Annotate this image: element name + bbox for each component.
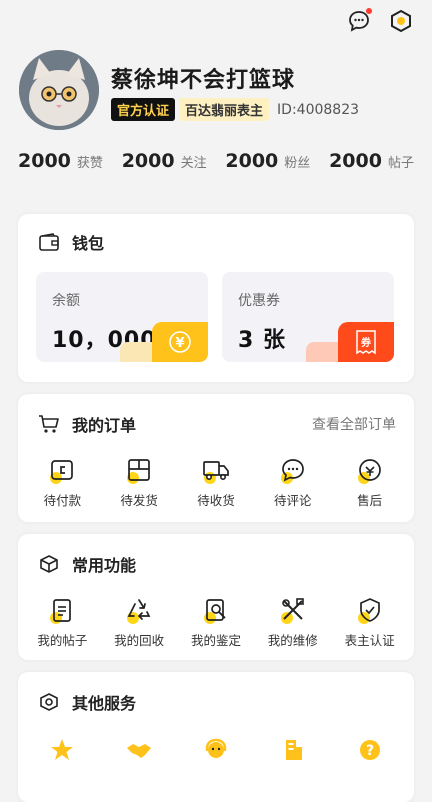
username: 蔡徐坤不会打篮球 (111, 68, 296, 93)
balance-box[interactable]: 余额 10，000 ¥ (36, 272, 208, 362)
customer-service-icon (202, 736, 230, 764)
top-actions (346, 8, 414, 34)
stat-value: 2000 (225, 150, 279, 172)
order-pending-review[interactable]: 待评论 (257, 456, 329, 509)
cube-icon (38, 553, 60, 575)
func-my-posts[interactable]: 我的帖子 (26, 596, 98, 649)
badge-row: 官方认证 百达翡丽表主 ID:4008823 (111, 98, 359, 121)
repair-icon (279, 596, 307, 624)
wallet-icon (38, 231, 60, 253)
stat-label: 帖子 (387, 156, 414, 171)
order-label: 售后 (357, 493, 383, 508)
building-icon (279, 736, 307, 764)
avatar[interactable] (19, 50, 99, 130)
coupon-glyph: 券 (360, 336, 372, 349)
order-pending-shipment[interactable]: 待发货 (103, 456, 175, 509)
services-grid: ? (18, 736, 414, 770)
service-item[interactable]: ? (334, 736, 406, 770)
order-label: 待付款 (43, 493, 82, 508)
functions-grid: 我的帖子 我的回收 我的鉴定 我的维修 表主认证 (18, 596, 414, 649)
notification-dot (366, 8, 372, 14)
stat-likes[interactable]: 2000 获赞 (18, 150, 103, 172)
star-icon (48, 736, 76, 764)
handshake-icon (125, 736, 153, 764)
post-icon (48, 596, 76, 624)
view-all-orders-link[interactable]: 查看全部订单 (312, 414, 396, 434)
services-title: 其他服务 (38, 690, 136, 714)
stat-followers[interactable]: 2000 粉丝 (225, 150, 310, 172)
message-icon[interactable] (346, 8, 372, 34)
coupon-label: 优惠券 (238, 293, 280, 309)
stat-label: 获赞 (76, 156, 103, 171)
wallet-card: 钱包 余额 10，000 ¥ 优惠券 3 张 券 (18, 214, 414, 382)
services-card: 其他服务 ? (18, 672, 414, 802)
functions-title: 常用功能 (38, 552, 136, 576)
wallet-icon (48, 456, 76, 484)
stat-value: 2000 (121, 150, 175, 172)
func-my-repair[interactable]: 我的维修 (257, 596, 329, 649)
orders-card: 我的订单 查看全部订单 待付款 待发货 待收货 待评论 售后 (18, 394, 414, 522)
func-my-appraisal[interactable]: 我的鉴定 (180, 596, 252, 649)
certification-icon (356, 596, 384, 624)
func-my-recycle[interactable]: 我的回收 (103, 596, 175, 649)
function-label: 我的回收 (114, 633, 165, 648)
after-sale-icon (356, 456, 384, 484)
coupon-box[interactable]: 优惠券 3 张 券 (222, 272, 394, 362)
content-sheet: 钱包 余额 10，000 ¥ 优惠券 3 张 券 我的订单 查看全部订单 待付款… (0, 190, 432, 802)
help-icon: ? (356, 736, 384, 764)
settings-hex-icon[interactable] (388, 8, 414, 34)
coupon-icon: 券 (338, 322, 394, 362)
user-id: ID:4008823 (277, 101, 360, 118)
wallet-title: 钱包 (38, 230, 104, 254)
service-item[interactable] (103, 736, 175, 770)
order-pending-receipt[interactable]: 待收货 (180, 456, 252, 509)
stat-value: 2000 (18, 150, 71, 172)
orders-title: 我的订单 (38, 412, 136, 436)
comment-icon (279, 456, 307, 484)
truck-icon (202, 456, 230, 484)
official-badge: 官方认证 (111, 98, 176, 121)
stat-following[interactable]: 2000 关注 (122, 150, 207, 172)
stat-posts[interactable]: 2000 帖子 (329, 150, 414, 172)
balance-label: 余额 (52, 293, 80, 309)
cart-icon (38, 413, 60, 435)
function-label: 我的鉴定 (190, 633, 241, 648)
recycle-icon (125, 596, 153, 624)
yuan-symbol: ¥ (175, 336, 184, 351)
stats-row: 2000 获赞 2000 关注 2000 粉丝 2000 帖子 (18, 150, 414, 172)
service-item[interactable] (180, 736, 252, 770)
stat-label: 关注 (180, 156, 207, 171)
wallet-title-text: 钱包 (72, 234, 105, 253)
hexagon-icon (38, 691, 60, 713)
order-pending-payment[interactable]: 待付款 (26, 456, 98, 509)
package-icon (125, 456, 153, 484)
service-item[interactable] (257, 736, 329, 770)
orders-title-text: 我的订单 (72, 416, 137, 435)
order-after-sale[interactable]: 售后 (334, 456, 406, 509)
orders-grid: 待付款 待发货 待收货 待评论 售后 (18, 456, 414, 509)
profile-header: 蔡徐坤不会打篮球 官方认证 百达翡丽表主 ID:4008823 (19, 50, 432, 132)
functions-card: 常用功能 我的帖子 我的回收 我的鉴定 我的维修 表主认证 (18, 534, 414, 660)
service-item[interactable] (26, 736, 98, 770)
yuan-icon: ¥ (152, 322, 208, 362)
order-label: 待收货 (197, 493, 235, 508)
appraisal-icon (202, 596, 230, 624)
order-label: 待评论 (274, 493, 312, 508)
order-label: 待发货 (120, 493, 158, 508)
function-label: 表主认证 (344, 633, 395, 648)
svg-text:?: ? (366, 743, 374, 759)
coupon-value: 3 张 (238, 328, 286, 353)
func-owner-certification[interactable]: 表主认证 (334, 596, 406, 649)
functions-title-text: 常用功能 (72, 556, 137, 575)
store-badge: 百达翡丽表主 (179, 98, 270, 121)
stat-value: 2000 (329, 150, 382, 172)
function-label: 我的帖子 (37, 633, 88, 648)
services-title-text: 其他服务 (72, 694, 137, 713)
function-label: 我的维修 (267, 633, 318, 648)
stat-label: 粉丝 (284, 156, 311, 171)
